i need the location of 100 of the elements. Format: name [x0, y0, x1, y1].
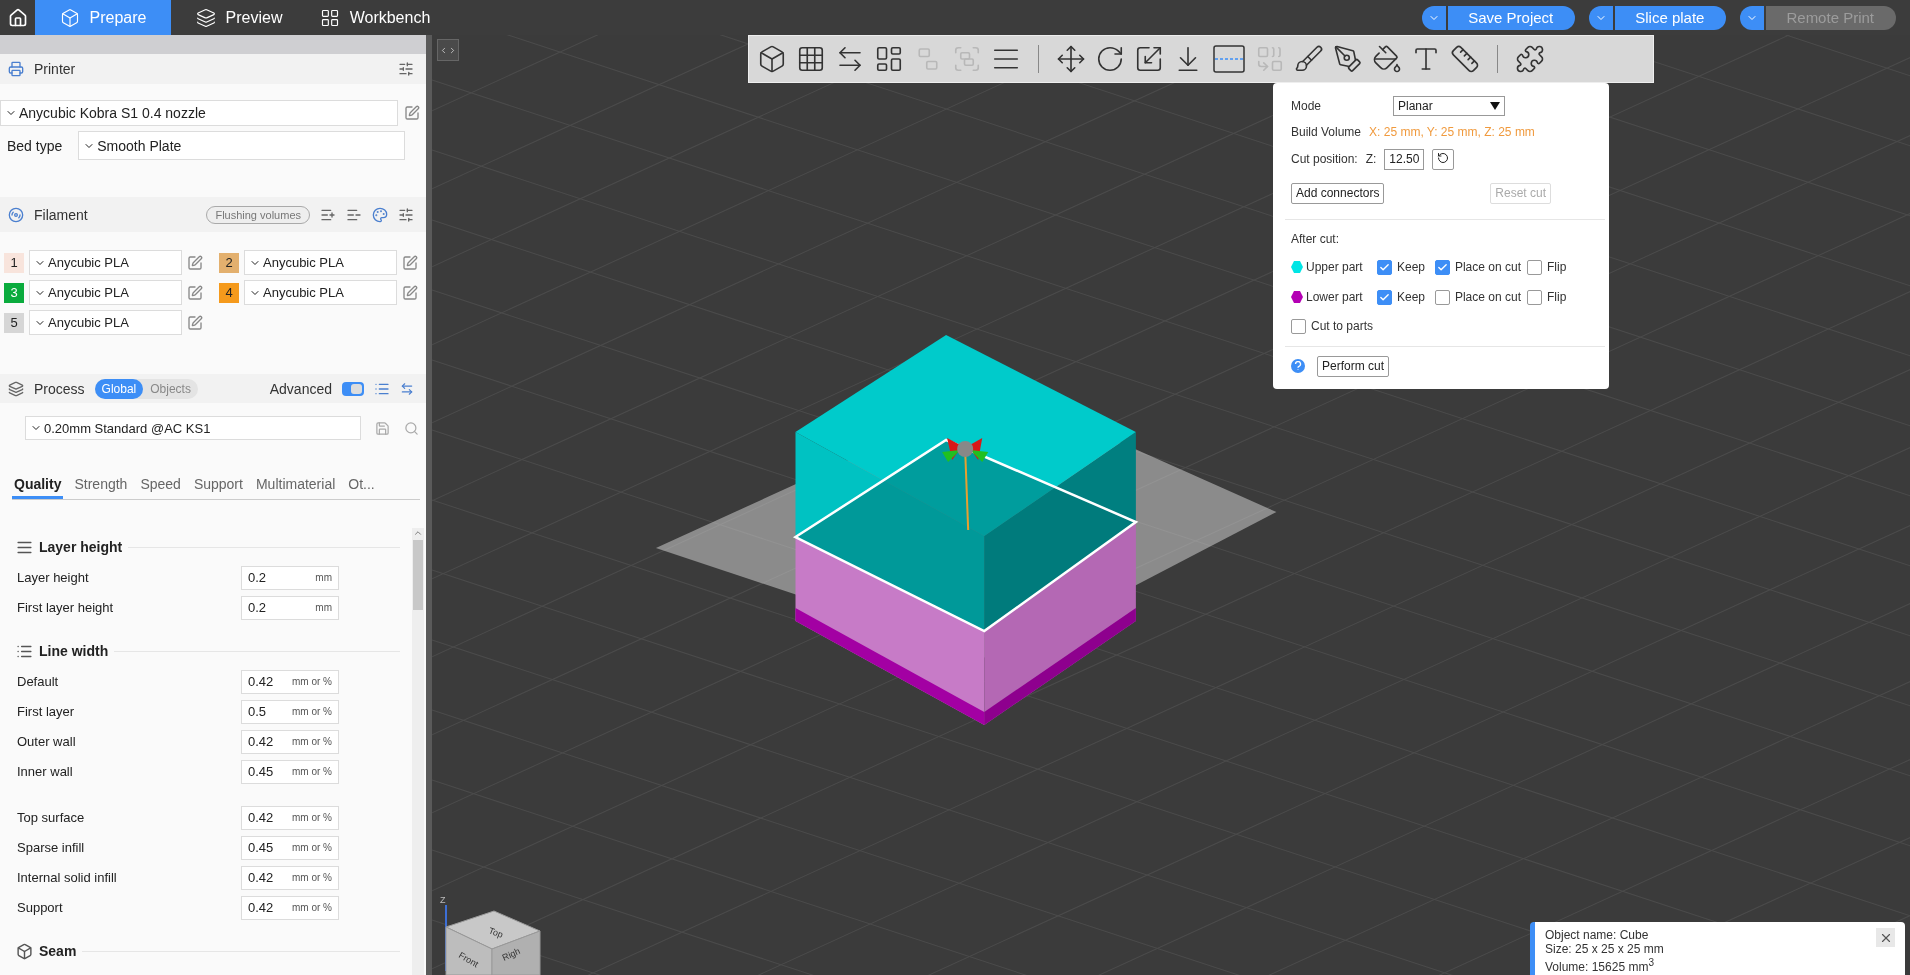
setting-input[interactable]: 0.42 mm or % [241, 865, 339, 890]
edit-icon[interactable] [187, 254, 203, 271]
filament-select[interactable]: Anycubic PLA [244, 250, 397, 275]
axis-label: Z [440, 895, 446, 905]
swap-icon[interactable] [400, 381, 414, 396]
option-label: Place on cut [1454, 260, 1521, 274]
setting-label: First layer [17, 704, 76, 719]
checkbox[interactable] [1527, 259, 1542, 275]
puzzle-icon[interactable] [1515, 44, 1545, 74]
settings-tab[interactable]: Support [191, 476, 245, 499]
process-select[interactable]: 0.20mm Standard @AC KS1 [25, 416, 361, 440]
ruler-icon[interactable] [1450, 44, 1480, 74]
checkbox[interactable] [1435, 289, 1450, 305]
reset-icon [1437, 151, 1450, 164]
setting-input[interactable]: 0.2 mm [241, 595, 339, 620]
info-line: Volume: 15625 mm$^{3}$ [1545, 956, 1655, 974]
rotate-icon[interactable] [1095, 44, 1125, 74]
filament-select[interactable]: Anycubic PLA [29, 310, 182, 335]
setting-label: Layer height [17, 570, 90, 585]
nav-tab[interactable]: Workbench [307, 0, 443, 35]
setting-input[interactable]: 0.42 mm or % [241, 805, 339, 830]
check-icon [1436, 261, 1448, 273]
edit-icon[interactable] [187, 314, 203, 331]
printer-select[interactable]: Anycubic Kobra S1 0.4 nozzle [0, 100, 398, 126]
setting-input[interactable]: 0.42 mm or % [241, 895, 339, 920]
checkbox[interactable] [1527, 289, 1542, 305]
reset-button[interactable] [1432, 148, 1455, 170]
field-label: Mode [1291, 99, 1323, 113]
checkbox[interactable] [1377, 289, 1392, 305]
mode-select[interactable]: Planar [1393, 96, 1505, 116]
part-label: Lower part [1306, 290, 1363, 304]
setting-input[interactable]: 0.45 mm or % [241, 835, 339, 860]
setting-input[interactable]: 0.42 mm or % [241, 669, 339, 694]
group-title: Line width [39, 643, 109, 659]
cut-position-input[interactable]: 12.50 [1384, 148, 1425, 170]
filament-select[interactable]: Anycubic PLA [244, 280, 397, 305]
brush-icon[interactable] [1294, 44, 1324, 74]
dropdown-button[interactable] [1740, 5, 1765, 30]
dropdown-button[interactable] [1422, 5, 1447, 30]
settings-tab[interactable]: Multimaterial [253, 476, 338, 499]
option-label: Keep [1397, 260, 1426, 274]
edit-icon[interactable] [404, 105, 420, 121]
filament-number: 5 [4, 312, 24, 333]
settings-tab[interactable]: Ot... [346, 476, 377, 499]
field-label: After cut: [1291, 232, 1340, 246]
settings-tab[interactable]: Speed [138, 476, 183, 499]
checkbox[interactable] [1377, 259, 1392, 275]
nav-tab[interactable]: Preview [171, 0, 307, 35]
sliders-icon[interactable] [398, 206, 414, 223]
paint-bucket-icon[interactable] [1372, 44, 1402, 74]
setting-input[interactable]: 0.45 mm or % [241, 759, 339, 784]
edit-icon[interactable] [402, 254, 418, 271]
help-icon[interactable] [1291, 359, 1305, 373]
edit-icon[interactable] [187, 284, 203, 301]
scrollbar[interactable] [412, 528, 424, 975]
palette-icon[interactable] [372, 206, 388, 223]
spool-icon [8, 206, 24, 223]
checkbox[interactable] [1435, 259, 1450, 275]
part-label: Upper part [1306, 260, 1363, 274]
cut-action-button[interactable]: Add connectors [1291, 182, 1385, 204]
filament-number: 1 [4, 252, 24, 273]
filament-select[interactable]: Anycubic PLA [29, 250, 182, 275]
advanced-label: Advanced [269, 380, 332, 397]
scroll-up-icon[interactable] [413, 528, 423, 538]
setting-input[interactable]: 0.42 mm or % [241, 729, 339, 754]
check-icon [1379, 261, 1390, 273]
settings-tab[interactable]: Quality [12, 476, 64, 499]
option-label: Flip [1547, 290, 1567, 304]
option-label: Keep [1397, 290, 1426, 304]
bed-type-select[interactable]: Smooth Plate [78, 131, 406, 160]
setting-input[interactable]: 0.5 mm or % [241, 699, 339, 724]
option-label: Cut to parts [1311, 319, 1374, 333]
pen-icon[interactable] [1333, 44, 1363, 74]
section-title: Printer [34, 61, 76, 77]
advanced-toggle[interactable] [342, 381, 364, 396]
grid-icon [319, 7, 340, 28]
info-line: Object name: Cube [1545, 928, 1650, 942]
settings-tab[interactable]: Strength [72, 476, 130, 499]
cube-icon[interactable] [757, 44, 787, 74]
setting-label: Default [17, 674, 60, 689]
info-line: Size: 25 x 25 x 25 mm [1545, 942, 1665, 956]
setting-input[interactable]: 0.2 mm [241, 565, 339, 590]
move-icon[interactable] [1056, 44, 1086, 74]
checkbox[interactable] [1291, 318, 1306, 334]
edit-icon[interactable] [402, 284, 418, 301]
scroll-thumb[interactable] [413, 540, 423, 610]
scale-icon[interactable] [1134, 44, 1164, 74]
flushing-volumes-button[interactable]: Flushing volumes [206, 205, 310, 224]
filament-number: 3 [4, 282, 24, 303]
cut-plane-icon[interactable] [1212, 44, 1246, 74]
arrange-icon[interactable] [874, 44, 904, 74]
dropdown-button[interactable] [1589, 5, 1614, 30]
close-button[interactable] [1876, 928, 1895, 947]
grid-icon[interactable] [796, 44, 826, 74]
filament-select[interactable]: Anycubic PLA [29, 280, 182, 305]
view-cube-face-label: Righ [500, 945, 522, 963]
home-icon[interactable] [7, 7, 28, 28]
sliders-icon[interactable] [398, 61, 414, 77]
perform-cut-button[interactable]: Perform cut [1317, 355, 1389, 377]
group-title: Layer height [39, 539, 123, 555]
